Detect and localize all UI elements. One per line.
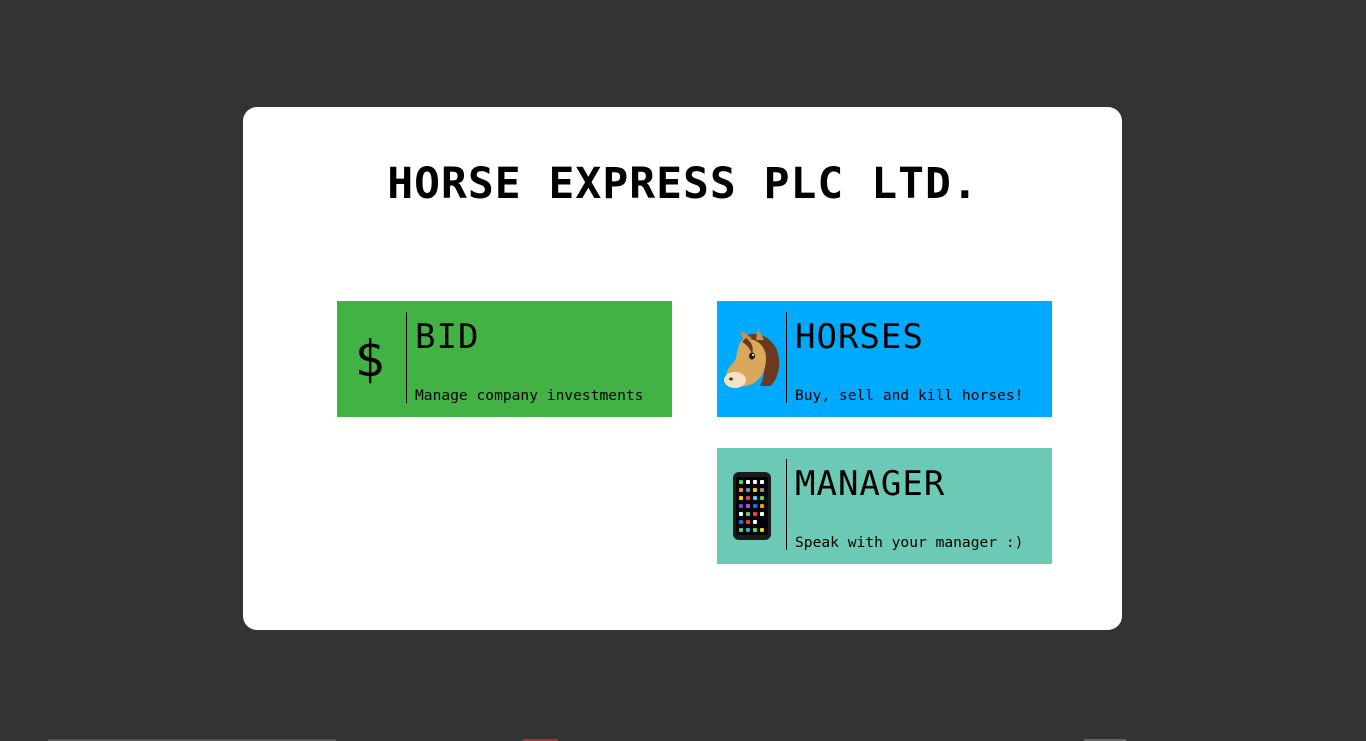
tile-divider — [406, 312, 407, 403]
manager-tile[interactable]: MANAGER Speak with your manager :) — [717, 448, 1052, 564]
manager-tile-description: Speak with your manager :) — [795, 534, 1024, 551]
manager-tile-title: MANAGER — [795, 464, 946, 504]
bid-tile[interactable]: $ BID Manage company investments — [337, 301, 672, 417]
horses-tile-description: Buy, sell and kill horses! — [795, 387, 1024, 404]
tile-divider — [786, 459, 787, 550]
horse-face-icon — [717, 301, 786, 417]
mobile-phone-icon — [717, 448, 786, 564]
dollar-icon: $ — [354, 330, 385, 388]
bid-tile-description: Manage company investments — [415, 387, 644, 404]
tile-divider — [786, 312, 787, 403]
horses-tile-title: HORSES — [795, 317, 924, 357]
app-screen: HORSE EXPRESS PLC LTD. $ BID Manage comp… — [0, 0, 1366, 741]
horses-tile[interactable]: HORSES Buy, sell and kill horses! — [717, 301, 1052, 417]
page-title: HORSE EXPRESS PLC LTD. — [387, 159, 979, 209]
bid-tile-title: BID — [415, 317, 480, 357]
